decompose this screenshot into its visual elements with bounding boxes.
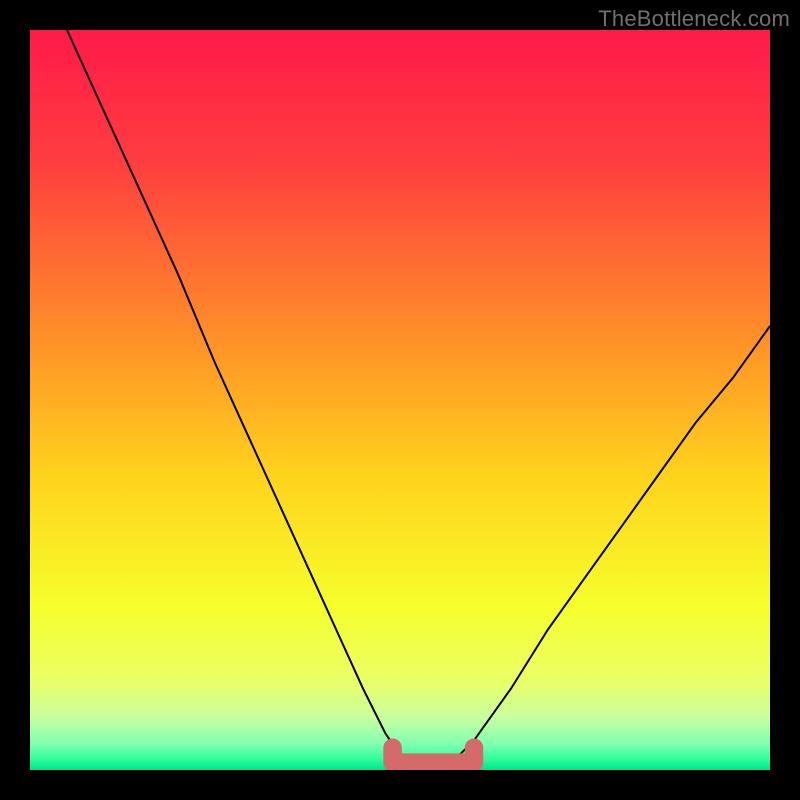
curve-layer <box>30 30 770 770</box>
chart-stage: TheBottleneck.com <box>0 0 800 800</box>
flat-start-dot-icon <box>386 741 399 754</box>
plot-area <box>30 30 770 770</box>
watermark-text: TheBottleneck.com <box>598 6 790 32</box>
flat-region-marker <box>393 748 474 763</box>
bottleneck-curve <box>67 30 770 763</box>
